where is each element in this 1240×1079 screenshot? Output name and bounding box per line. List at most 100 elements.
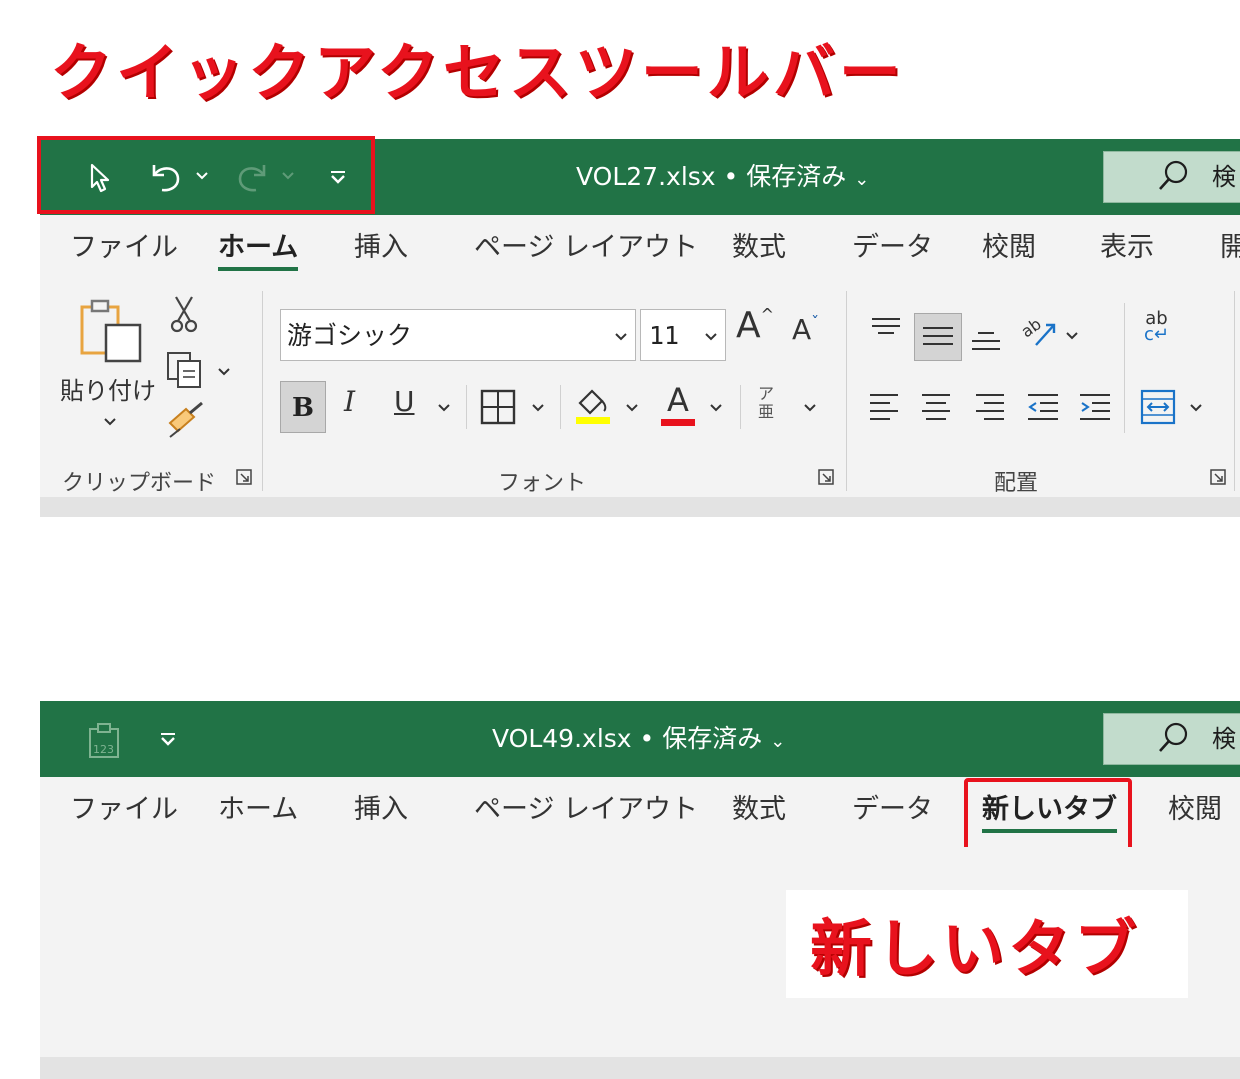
top-align-icon[interactable] [870, 315, 902, 343]
group-label-clipboard: クリップボード [62, 471, 217, 496]
copy-dropdown-chevron-icon[interactable] [216, 365, 232, 379]
group-separator [1234, 291, 1235, 491]
bold-button[interactable]: B [280, 381, 326, 433]
font-color-swatch [661, 419, 695, 426]
font-color-dropdown-chevron-icon[interactable] [708, 401, 724, 415]
group-separator [846, 291, 847, 491]
paste-dropdown-chevron-icon[interactable] [102, 415, 118, 429]
svg-text:123: 123 [93, 743, 114, 756]
middle-align-icon [923, 327, 953, 345]
format-painter-icon[interactable] [164, 401, 208, 441]
document-title-text: VOL27.xlsx • 保存済み [576, 162, 847, 191]
italic-button[interactable]: I [344, 385, 355, 418]
ribbon-bottom-edge [40, 1057, 1240, 1079]
tab-formulas[interactable]: 数式 [732, 777, 786, 843]
separator [740, 385, 741, 429]
copy-icon[interactable] [164, 349, 204, 389]
font-name-combo[interactable]: 游ゴシック [280, 309, 636, 361]
tab-file[interactable]: ファイル [70, 777, 178, 843]
tab-insert[interactable]: 挿入 [354, 215, 408, 281]
dialog-launcher-icon[interactable] [1210, 469, 1226, 485]
document-title-text: VOL49.xlsx • 保存済み [492, 724, 763, 753]
align-center-icon[interactable] [920, 391, 952, 421]
tab-file[interactable]: ファイル [70, 215, 178, 281]
wrap-text-button[interactable]: ab c↵ [1144, 310, 1169, 345]
phonetic-guide-button[interactable]: ア 亜 [758, 385, 774, 421]
shrink-font-button[interactable]: Aˇ [792, 313, 819, 346]
caret-up-icon: ^ [760, 305, 775, 324]
caret-down-icon: ˇ [811, 313, 820, 332]
tab-review[interactable]: 校閲 [1168, 777, 1222, 843]
search-placeholder: 検 [1212, 725, 1236, 753]
underline-dropdown-chevron-icon[interactable] [436, 401, 452, 415]
increase-indent-icon[interactable] [1078, 391, 1112, 421]
merge-center-icon[interactable] [1140, 389, 1176, 425]
decrease-indent-icon[interactable] [1026, 391, 1060, 421]
chevron-down-icon[interactable] [613, 330, 629, 344]
align-left-icon[interactable] [868, 391, 900, 421]
annotation-newtab-title: 新しいタブ [810, 912, 1141, 985]
grow-font-glyph: A [736, 305, 761, 346]
tab-page-layout[interactable]: ページ レイアウト [474, 215, 698, 281]
phonetic-dropdown-chevron-icon[interactable] [802, 401, 818, 415]
font-size-combo[interactable]: 11 [640, 309, 726, 361]
group-label-alignment: 配置 [994, 471, 1039, 496]
font-color-button[interactable]: A [660, 381, 696, 426]
tab-home[interactable]: ホーム [218, 215, 299, 281]
shrink-font-glyph: A [792, 313, 812, 346]
tab-data[interactable]: データ [852, 215, 933, 281]
new-tab-highlight-box [964, 778, 1132, 856]
group-label-font: フォント [498, 471, 587, 496]
ribbon-bottom-edge [40, 497, 1240, 517]
align-right-icon[interactable] [974, 391, 1006, 421]
annotation-newtab-card: 新しいタブ [786, 890, 1188, 998]
document-title[interactable]: VOL49.xlsx • 保存済み ⌄ [492, 701, 785, 777]
phonetic-top-glyph: ア [758, 384, 775, 403]
separator [466, 385, 467, 429]
tab-review[interactable]: 校閲 [982, 215, 1036, 281]
paste-button-label[interactable]: 貼り付け [60, 371, 156, 406]
qat-highlight-box [37, 136, 375, 214]
tab-insert[interactable]: 挿入 [354, 777, 408, 843]
group-separator [262, 291, 263, 491]
chevron-down-icon[interactable] [703, 330, 719, 344]
orientation-icon[interactable]: ab [1020, 311, 1060, 351]
tab-data[interactable]: データ [852, 777, 933, 843]
title-bar: 123 VOL49.xlsx • 保存済み ⌄ 検 [40, 701, 1240, 777]
grow-font-button[interactable]: A^ [736, 305, 774, 346]
underline-button[interactable]: U [394, 385, 415, 418]
document-title[interactable]: VOL27.xlsx • 保存済み ⌄ [576, 139, 869, 215]
orientation-dropdown-chevron-icon[interactable] [1064, 329, 1080, 343]
search-placeholder: 検 [1212, 163, 1236, 191]
borders-dropdown-chevron-icon[interactable] [530, 401, 546, 415]
tab-view[interactable]: 表示 [1100, 215, 1154, 281]
bottom-align-icon[interactable] [970, 327, 1002, 355]
search-icon [1159, 160, 1188, 190]
tab-developer[interactable]: 開 [1220, 215, 1240, 281]
separator [560, 385, 561, 429]
dialog-launcher-icon[interactable] [818, 469, 834, 485]
fill-color-icon[interactable] [574, 385, 612, 425]
merge-dropdown-chevron-icon[interactable] [1188, 401, 1204, 415]
font-name-value: 游ゴシック [287, 321, 413, 350]
separator [1124, 303, 1125, 433]
paste-icon[interactable] [76, 297, 150, 363]
number-format-icon[interactable]: 123 [86, 721, 122, 759]
font-color-glyph: A [667, 381, 689, 419]
tab-home[interactable]: ホーム [218, 777, 298, 843]
middle-align-button[interactable] [914, 313, 962, 361]
dialog-launcher-icon[interactable] [236, 469, 252, 485]
tab-formulas[interactable]: 数式 [732, 215, 786, 281]
chevron-down-icon[interactable]: ⌄ [854, 169, 869, 190]
cut-icon[interactable] [168, 295, 200, 335]
svg-text:ab: ab [1020, 314, 1045, 341]
customize-qat-icon[interactable] [158, 729, 178, 749]
borders-icon[interactable] [480, 389, 516, 425]
wrap-text-icon: c↵ [1144, 324, 1169, 345]
fill-color-dropdown-chevron-icon[interactable] [624, 401, 640, 415]
tab-page-layout[interactable]: ページ レイアウト [474, 777, 698, 843]
ribbon-tabs: ファイル ホーム 挿入 ページ レイアウト 数式 データ 校閲 表示 開 [40, 215, 1240, 285]
chevron-down-icon[interactable]: ⌄ [770, 731, 785, 752]
search-box[interactable]: 検 [1103, 151, 1240, 203]
search-box[interactable]: 検 [1103, 713, 1240, 765]
